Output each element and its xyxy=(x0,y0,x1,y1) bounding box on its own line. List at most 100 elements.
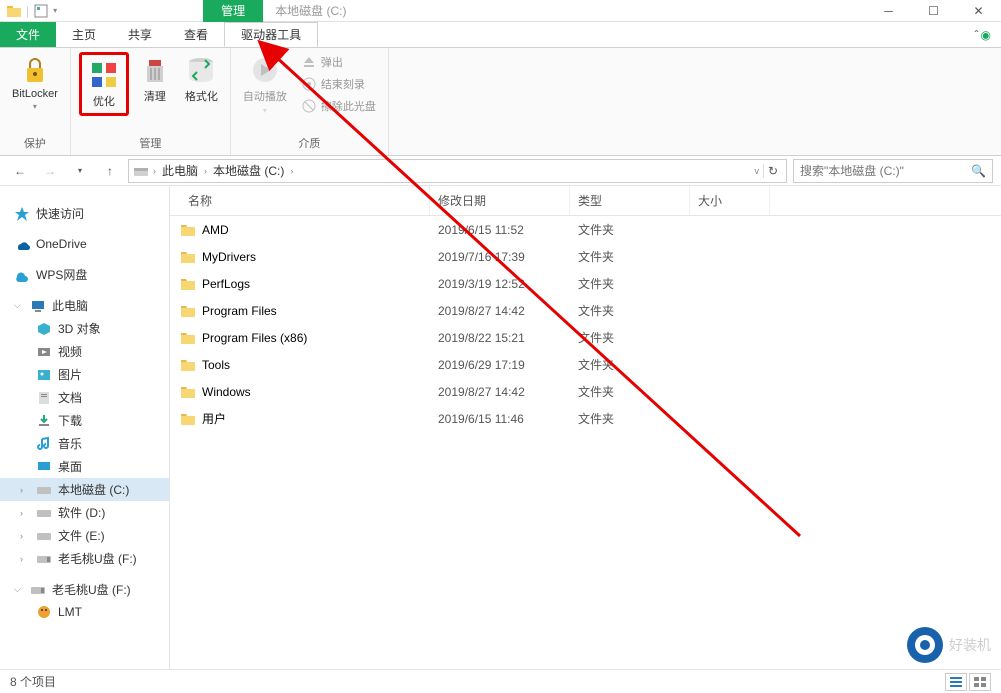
col-size-header[interactable]: 大小 xyxy=(690,186,770,215)
forward-button[interactable]: → xyxy=(38,159,62,183)
drive-tools-tab[interactable]: 驱动器工具 xyxy=(224,22,318,47)
eject-icon xyxy=(301,54,317,70)
expand-icon[interactable]: › xyxy=(20,554,30,564)
nav-documents[interactable]: 文档 xyxy=(0,386,169,409)
item-count: 8 个项目 xyxy=(10,673,56,690)
expand-icon[interactable]: › xyxy=(20,485,30,495)
file-size xyxy=(690,308,770,314)
file-row[interactable]: Program Files 2019/8/27 14:42 文件夹 xyxy=(170,297,1001,324)
share-tab[interactable]: 共享 xyxy=(112,22,168,47)
details-view-button[interactable] xyxy=(945,673,967,691)
nav-edrive[interactable]: ›文件 (E:) xyxy=(0,524,169,547)
file-row[interactable]: MyDrivers 2019/7/16 17:39 文件夹 xyxy=(170,243,1001,270)
format-button[interactable]: 格式化 xyxy=(181,52,222,106)
cleanup-button[interactable]: 清理 xyxy=(135,52,175,106)
file-row[interactable]: AMD 2019/6/15 11:52 文件夹 xyxy=(170,216,1001,243)
nav-quickaccess[interactable]: 快速访问 xyxy=(0,202,169,225)
autoplay-button[interactable]: 自动播放 ▾ xyxy=(239,52,291,117)
contextual-tab-manage: 管理 xyxy=(203,0,263,22)
file-row[interactable]: 用户 2019/6/15 11:46 文件夹 xyxy=(170,405,1001,432)
nav-ddrive[interactable]: ›软件 (D:) xyxy=(0,501,169,524)
usb-icon xyxy=(30,582,46,598)
file-menu[interactable]: 文件 xyxy=(0,22,56,47)
picture-icon xyxy=(36,367,52,383)
search-input[interactable] xyxy=(800,164,971,178)
breadcrumb-sep[interactable]: › xyxy=(153,166,156,176)
breadcrumb-thispc[interactable]: 此电脑 xyxy=(160,162,200,179)
breadcrumb-sep[interactable]: › xyxy=(290,166,293,176)
nav-fdrive[interactable]: ›老毛桃U盘 (F:) xyxy=(0,547,169,570)
file-date: 2019/8/27 14:42 xyxy=(430,301,570,321)
ribbon-group-media: 自动播放 ▾ 弹出 结束刻录 擦除此光盘 介质 xyxy=(231,48,389,155)
expand-icon[interactable]: › xyxy=(20,531,30,541)
drive-icon xyxy=(133,163,149,179)
file-row[interactable]: PerfLogs 2019/3/19 12:52 文件夹 xyxy=(170,270,1001,297)
explorer-body: 快速访问 OneDrive WPS网盘 ⌵ 此电脑 3D 对象 视频 图片 文档… xyxy=(0,186,1001,669)
back-button[interactable]: ← xyxy=(8,159,32,183)
document-icon xyxy=(36,390,52,406)
file-date: 2019/6/15 11:52 xyxy=(430,220,570,240)
file-type: 文件夹 xyxy=(570,299,690,322)
optimize-button[interactable]: 优化 xyxy=(84,57,124,111)
expand-icon[interactable]: ⌵ xyxy=(14,300,24,311)
col-name-header[interactable]: 名称 xyxy=(170,186,430,215)
nav-label: 快速访问 xyxy=(36,205,84,222)
close-button[interactable]: ✕ xyxy=(956,0,1001,22)
nav-label: 音乐 xyxy=(58,435,82,452)
erase-disc-label: 擦除此光盘 xyxy=(321,98,376,114)
recent-locations-button[interactable]: ▾ xyxy=(68,159,92,183)
nav-lmt[interactable]: LMT xyxy=(0,601,169,623)
breadcrumb-drive[interactable]: 本地磁盘 (C:) xyxy=(211,162,286,179)
erase-disc-button[interactable]: 擦除此光盘 xyxy=(297,96,380,116)
nav-onedrive[interactable]: OneDrive xyxy=(0,233,169,255)
search-box[interactable]: 🔍 xyxy=(793,159,993,183)
file-name: MyDrivers xyxy=(202,250,256,264)
nav-3dobjects[interactable]: 3D 对象 xyxy=(0,317,169,340)
col-type-header[interactable]: 类型 xyxy=(570,186,690,215)
search-icon[interactable]: 🔍 xyxy=(971,164,986,178)
expand-icon[interactable]: › xyxy=(20,508,30,518)
folder-icon xyxy=(180,331,196,345)
qat-dropdown-icon[interactable]: ▾ xyxy=(53,6,57,15)
file-row[interactable]: Windows 2019/8/27 14:42 文件夹 xyxy=(170,378,1001,405)
nav-thispc[interactable]: ⌵ 此电脑 xyxy=(0,294,169,317)
up-button[interactable]: ↑ xyxy=(98,159,122,183)
file-size xyxy=(690,416,770,422)
bitlocker-button[interactable]: BitLocker ▾ xyxy=(8,52,62,113)
nav-music[interactable]: 音乐 xyxy=(0,432,169,455)
onedrive-icon xyxy=(14,236,30,252)
address-dropdown[interactable]: v xyxy=(754,166,759,176)
finish-burn-button[interactable]: 结束刻录 xyxy=(297,74,380,94)
nav-videos[interactable]: 视频 xyxy=(0,340,169,363)
nav-label: 3D 对象 xyxy=(58,320,101,337)
nav-fdrive2[interactable]: ⌵老毛桃U盘 (F:) xyxy=(0,578,169,601)
nav-cdrive[interactable]: ›本地磁盘 (C:) xyxy=(0,478,169,501)
ribbon-help[interactable]: ˆ◉ xyxy=(965,22,1001,47)
help-icon: ◉ xyxy=(981,28,991,42)
nav-desktop[interactable]: 桌面 xyxy=(0,455,169,478)
file-type: 文件夹 xyxy=(570,218,690,241)
breadcrumb-sep[interactable]: › xyxy=(204,166,207,176)
refresh-button[interactable]: ↻ xyxy=(763,164,782,178)
view-tab[interactable]: 查看 xyxy=(168,22,224,47)
col-date-header[interactable]: 修改日期 xyxy=(430,186,570,215)
nav-downloads[interactable]: 下载 xyxy=(0,409,169,432)
quickaccess-icon xyxy=(14,206,30,222)
icons-view-button[interactable] xyxy=(969,673,991,691)
folder-icon xyxy=(180,223,196,237)
file-type: 文件夹 xyxy=(570,380,690,403)
maximize-button[interactable]: ☐ xyxy=(911,0,956,22)
file-row[interactable]: Tools 2019/6/29 17:19 文件夹 xyxy=(170,351,1001,378)
nav-wps[interactable]: WPS网盘 xyxy=(0,263,169,286)
nav-pictures[interactable]: 图片 xyxy=(0,363,169,386)
eject-button[interactable]: 弹出 xyxy=(297,52,380,72)
file-name: Windows xyxy=(202,385,251,399)
home-tab[interactable]: 主页 xyxy=(56,22,112,47)
address-field[interactable]: › 此电脑 › 本地磁盘 (C:) › v ↻ xyxy=(128,159,787,183)
expand-icon[interactable]: ⌵ xyxy=(14,584,24,595)
file-row[interactable]: Program Files (x86) 2019/8/22 15:21 文件夹 xyxy=(170,324,1001,351)
properties-icon[interactable] xyxy=(33,3,49,19)
folder-icon xyxy=(180,358,196,372)
minimize-button[interactable]: ─ xyxy=(866,0,911,22)
folder-icon xyxy=(180,277,196,291)
